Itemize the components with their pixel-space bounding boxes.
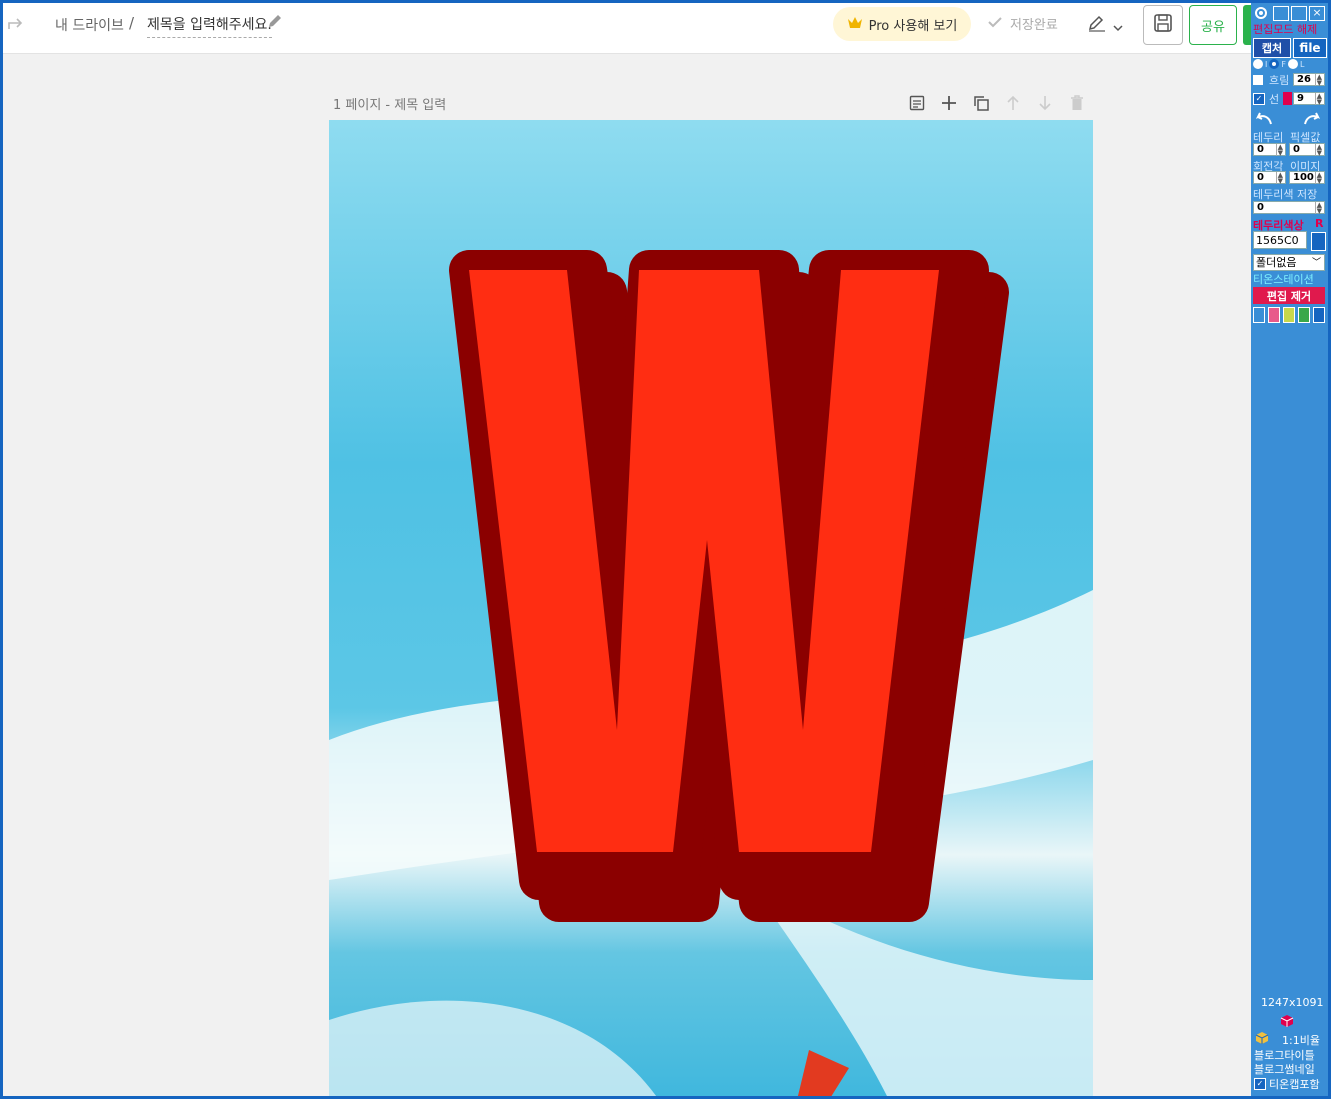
- chevron-down-icon[interactable]: [1113, 17, 1123, 36]
- page-artwork: [329, 120, 1093, 1096]
- pixel-value: 0: [1293, 144, 1300, 155]
- design-page[interactable]: [329, 120, 1093, 1096]
- close-icon[interactable]: ×: [1309, 6, 1325, 21]
- swatch-blue[interactable]: [1253, 307, 1265, 323]
- swatch-yellow[interactable]: [1283, 307, 1295, 323]
- pen-tool-icon[interactable]: [1087, 14, 1107, 36]
- rotate-value: 0: [1257, 172, 1264, 183]
- station-link[interactable]: 티온스테이션: [1253, 271, 1314, 287]
- rotate-spinner[interactable]: 0 ▲ ▼: [1253, 171, 1286, 184]
- radio-l-label: L: [1299, 59, 1305, 69]
- redo-arrow-icon[interactable]: [1303, 111, 1323, 128]
- editor-app: 내 드라이브 / 제목을 입력해주세요. Pro 사용해 보기 저장완료 공유 …: [3, 3, 1251, 1096]
- duplicate-page-icon[interactable]: [970, 92, 992, 114]
- pro-trial-label: Pro 사용해 보기: [868, 18, 958, 34]
- undo-icon[interactable]: [1253, 111, 1273, 128]
- border-color-save-value: 0: [1257, 202, 1264, 213]
- crown-icon: [847, 16, 863, 33]
- image-spinner[interactable]: 100 ▲ ▼: [1289, 171, 1325, 184]
- include-label: 티온캡포함: [1269, 1078, 1320, 1091]
- save-status: 저장완료: [988, 14, 1058, 33]
- blog-thumbnail-option[interactable]: 블로그썸네일: [1254, 1061, 1315, 1077]
- breadcrumb-separator: /: [129, 14, 135, 32]
- image-value: 100: [1293, 172, 1314, 183]
- swatch-pink[interactable]: [1268, 307, 1280, 323]
- document-title-input[interactable]: 제목을 입력해주세요.: [147, 14, 272, 38]
- minimize-icon[interactable]: [1273, 6, 1289, 21]
- floppy-icon: [1153, 13, 1173, 37]
- ratio-cube-icon: [1255, 1031, 1269, 1048]
- page-label: 1 페이지 - 제목 입력: [333, 98, 447, 113]
- blur-label: 흐림: [1269, 74, 1290, 87]
- breadcrumb-root[interactable]: 내 드라이브: [55, 15, 124, 35]
- border-spinner[interactable]: 0 ▲ ▼: [1253, 143, 1286, 156]
- pencil-icon[interactable]: [267, 13, 283, 33]
- memo-icon[interactable]: [906, 92, 928, 114]
- blur-checkbox[interactable]: [1253, 75, 1263, 85]
- blur-value: 26: [1297, 74, 1311, 85]
- swatch-green[interactable]: [1298, 307, 1310, 323]
- line-color-swatch[interactable]: [1283, 92, 1292, 105]
- line-label: 선: [1269, 93, 1280, 106]
- canvas-area: 1 페이지 - 제목 입력: [3, 54, 1251, 1096]
- blur-spinner[interactable]: 26 ▲ ▼: [1293, 73, 1325, 86]
- border-color-save-spinner[interactable]: 0 ▲ ▼: [1253, 201, 1325, 214]
- maximize-icon[interactable]: [1291, 6, 1307, 21]
- top-toolbar: 내 드라이브 / 제목을 입력해주세요. Pro 사용해 보기 저장완료 공유: [3, 3, 1251, 54]
- radio-f[interactable]: [1269, 59, 1280, 69]
- check-icon: [988, 16, 1002, 32]
- file-button[interactable]: file: [1293, 38, 1327, 58]
- border-value: 0: [1257, 144, 1264, 155]
- trash-icon[interactable]: [1066, 92, 1088, 114]
- mode-radios: I F L: [1253, 59, 1304, 69]
- capture-tool-panel: × 편집모드 해제 캡처 file I F L 흐림 26 ▲ ▼ ✓ 선 9 ▲ ▼ …: [1251, 3, 1328, 1096]
- swatch-darkblue[interactable]: [1313, 307, 1325, 323]
- ratio-label[interactable]: 1:1비율: [1282, 1032, 1320, 1048]
- cube-icon[interactable]: [1280, 1014, 1294, 1031]
- page-tools: [906, 92, 1088, 114]
- border-color-swatch[interactable]: [1311, 232, 1326, 251]
- remove-edit-button[interactable]: 편집 제거: [1253, 287, 1325, 304]
- share-button[interactable]: 공유: [1189, 5, 1237, 45]
- letter-w: [449, 250, 1009, 922]
- capture-dimensions: 1247x1091: [1261, 996, 1324, 1009]
- redo-icon[interactable]: [7, 15, 25, 35]
- pro-trial-button[interactable]: Pro 사용해 보기: [833, 7, 971, 41]
- green-action-button[interactable]: [1243, 5, 1251, 45]
- include-checkbox[interactable]: ✓: [1254, 1078, 1266, 1090]
- folder-select-value: 폴더없음: [1256, 256, 1297, 269]
- capture-button[interactable]: 캡처: [1253, 38, 1291, 58]
- line-spinner[interactable]: 9 ▲ ▼: [1293, 92, 1325, 105]
- edit-mode-off[interactable]: 편집모드 해제: [1253, 21, 1317, 37]
- save-button[interactable]: [1143, 5, 1183, 45]
- radio-i-label: I: [1265, 59, 1268, 69]
- add-page-icon[interactable]: [938, 92, 960, 114]
- move-up-icon[interactable]: [1002, 92, 1024, 114]
- radio-l[interactable]: [1287, 59, 1298, 69]
- color-swatches: [1253, 307, 1325, 323]
- save-status-label: 저장완료: [1010, 18, 1058, 33]
- radio-f-label: F: [1281, 59, 1286, 69]
- radio-i[interactable]: [1253, 59, 1263, 69]
- folder-select[interactable]: 폴더없음 ﹀: [1253, 254, 1325, 271]
- border-color-hex-input[interactable]: 1565C0: [1253, 231, 1307, 249]
- border-color-save-label: 테두리색 저장: [1253, 188, 1318, 201]
- line-value: 9: [1297, 93, 1304, 104]
- line-checkbox[interactable]: ✓: [1253, 93, 1265, 105]
- move-down-icon[interactable]: [1034, 92, 1056, 114]
- border-color-flag: R: [1315, 217, 1324, 230]
- chevron-down-icon: ﹀: [1311, 258, 1321, 268]
- pixel-spinner[interactable]: 0 ▲ ▼: [1289, 143, 1325, 156]
